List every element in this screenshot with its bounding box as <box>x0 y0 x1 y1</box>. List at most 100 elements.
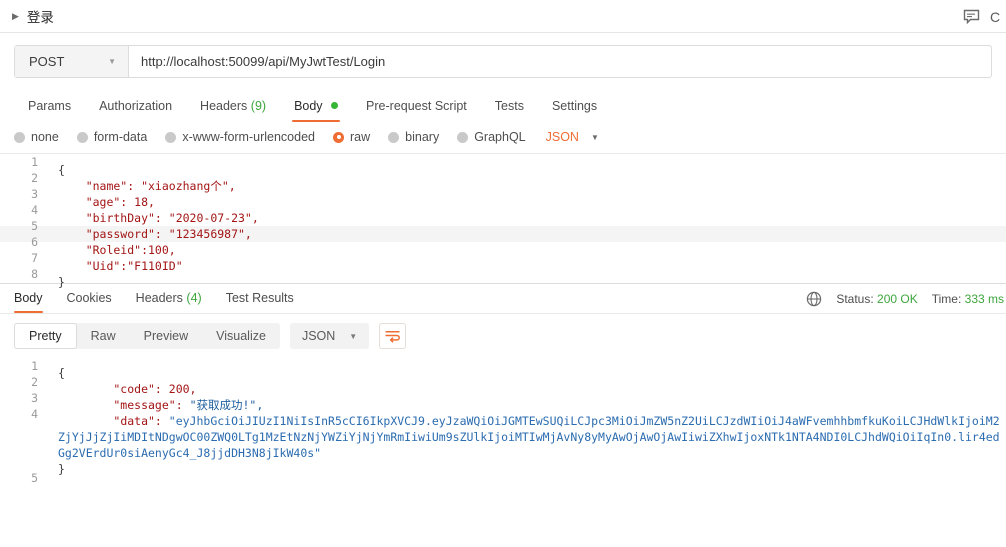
view-mode-preview[interactable]: Preview <box>130 323 202 349</box>
line-number: 1 <box>31 359 38 373</box>
response-format-label: JSON <box>301 329 336 343</box>
code-value: "获取成功!", <box>189 398 264 412</box>
tab-pre-request-script[interactable]: Pre-request Script <box>352 93 481 122</box>
tab-label: Cookies <box>66 291 112 305</box>
response-tab-test-results[interactable]: Test Results <box>214 284 306 313</box>
tab-label: Pre-request Script <box>366 99 467 113</box>
line-number: 6 <box>31 235 38 249</box>
tab-label: Settings <box>551 99 598 113</box>
globe-icon[interactable] <box>806 291 822 307</box>
line-number: 2 <box>31 171 38 185</box>
response-section-tabs: Body Cookies Headers (4) Test Results St… <box>0 284 1006 314</box>
view-mode-pretty[interactable]: Pretty <box>14 323 77 349</box>
time-value: 333 ms <box>964 292 1004 306</box>
option-label: none <box>31 130 59 144</box>
tab-tests[interactable]: Tests <box>481 93 538 122</box>
code-line: "birthDay": "2020-07-23", <box>58 211 259 225</box>
tab-label: Params <box>28 99 72 113</box>
code-key: "data": <box>58 414 169 428</box>
mode-label: Preview <box>143 329 189 343</box>
mode-label: Pretty <box>29 329 62 343</box>
body-type-x-www-form-urlencoded[interactable]: x-www-form-urlencoded <box>165 130 315 144</box>
line-number: 5 <box>31 219 38 233</box>
tab-label: Headers <box>135 291 183 305</box>
line-number: 8 <box>31 267 38 281</box>
time-group: Time: 333 ms <box>932 292 1004 306</box>
radio-icon <box>14 131 25 143</box>
chevron-down-icon: ▼ <box>349 331 358 341</box>
mode-label: Visualize <box>216 329 266 343</box>
tab-label: Body <box>14 291 43 305</box>
radio-icon <box>457 131 469 143</box>
jwt-token-value: "eyJhbGciOiJIUzI1NiIsInR5cCI6IkpXVCJ9.ey… <box>58 414 1000 460</box>
triangle-right-icon[interactable]: ▶ <box>12 11 19 21</box>
word-wrap-icon[interactable] <box>379 323 407 349</box>
body-type-binary[interactable]: binary <box>388 130 439 144</box>
tab-authorization[interactable]: Authorization <box>85 93 186 122</box>
chevron-down-icon: ▼ <box>590 132 599 142</box>
radio-icon <box>165 131 177 143</box>
code-line: "password": "123456987", <box>0 226 1006 242</box>
url-input[interactable]: http://localhost:50099/api/MyJwtTest/Log… <box>129 46 991 77</box>
http-method-label: POST <box>29 54 65 69</box>
code-line: { <box>58 163 65 177</box>
body-format-label: JSON <box>545 130 579 144</box>
code-line: "age": 18, <box>58 195 155 209</box>
body-type-graphql[interactable]: GraphQL <box>457 130 526 144</box>
response-tab-body[interactable]: Body <box>14 284 55 313</box>
code-line: "data": "eyJhbGciOiJIUzI1NiIsInR5cCI6Ikp… <box>58 413 1006 461</box>
response-tab-headers[interactable]: Headers (4) <box>124 284 214 313</box>
line-number: 4 <box>31 203 38 217</box>
line-number: 7 <box>31 251 38 265</box>
radio-icon <box>388 131 400 143</box>
time-label: Time: <box>931 292 962 306</box>
option-label: form-data <box>93 130 148 144</box>
api-client-window: ▶ 登录 C POST ▼ http://localhost:50099/api… <box>0 0 1006 547</box>
view-mode-raw[interactable]: Raw <box>77 323 130 349</box>
status-label: Status: <box>836 292 874 306</box>
response-body-editor[interactable]: 1 2 3 4 5 { "code": 200, "message": "获取成… <box>0 358 1006 485</box>
request-body-editor[interactable]: 1 2 3 4 5 6 7 8 { "name": "xiaozhang个", … <box>0 154 1006 289</box>
request-section-tabs: Params Authorization Headers (9) Body Pr… <box>0 89 1006 122</box>
code-line: { <box>58 366 65 380</box>
body-type-none[interactable]: none <box>14 130 59 144</box>
topbar-actions: C <box>963 0 1006 33</box>
line-number: 4 <box>31 407 38 421</box>
tab-params[interactable]: Params <box>14 93 85 122</box>
option-label: x-www-form-urlencoded <box>182 130 315 144</box>
view-mode-visualize[interactable]: Visualize <box>202 323 280 349</box>
radio-icon <box>76 131 88 143</box>
url-row: POST ▼ http://localhost:50099/api/MyJwtT… <box>0 33 1006 89</box>
request-tab-title[interactable]: 登录 <box>27 6 54 26</box>
body-format-select[interactable]: JSON ▼ <box>546 130 599 144</box>
request-tab-bar: ▶ 登录 C <box>0 0 1006 33</box>
status-group: Status: 200 OK <box>836 292 917 306</box>
body-type-raw[interactable]: raw <box>333 130 370 144</box>
tab-headers[interactable]: Headers (9) <box>186 93 280 122</box>
mode-label: Raw <box>90 329 116 343</box>
tab-body[interactable]: Body <box>280 93 352 122</box>
radio-selected-icon <box>333 131 344 143</box>
tab-settings[interactable]: Settings <box>538 93 611 122</box>
line-number: 2 <box>31 375 38 389</box>
option-label: GraphQL <box>474 130 526 144</box>
tab-label: Body <box>294 99 323 113</box>
url-bar: POST ▼ http://localhost:50099/api/MyJwtT… <box>14 45 992 78</box>
response-format-select[interactable]: JSON ▼ <box>289 323 370 349</box>
option-label: binary <box>405 130 440 144</box>
body-type-options: none form-data x-www-form-urlencoded raw… <box>0 122 1006 154</box>
response-tab-cookies[interactable]: Cookies <box>55 284 124 313</box>
http-method-select[interactable]: POST ▼ <box>15 46 129 77</box>
body-type-form-data[interactable]: form-data <box>76 130 148 144</box>
code-key: "message": <box>58 398 190 412</box>
code-line: "code": 200, <box>58 382 197 396</box>
response-view-modes: Pretty Raw Preview Visualize <box>14 323 280 349</box>
comment-icon[interactable] <box>963 9 980 25</box>
tab-label: Tests <box>494 99 524 113</box>
code-line: "Uid":"F110ID" <box>58 259 183 273</box>
response-meta: Status: 200 OK Time: 333 ms <box>806 284 1006 314</box>
line-number: 3 <box>31 187 38 201</box>
option-label: raw <box>350 130 371 144</box>
request-body-code: { "name": "xiaozhang个", "age": 18, "birt… <box>0 162 1006 290</box>
tab-label: Authorization <box>99 99 173 113</box>
